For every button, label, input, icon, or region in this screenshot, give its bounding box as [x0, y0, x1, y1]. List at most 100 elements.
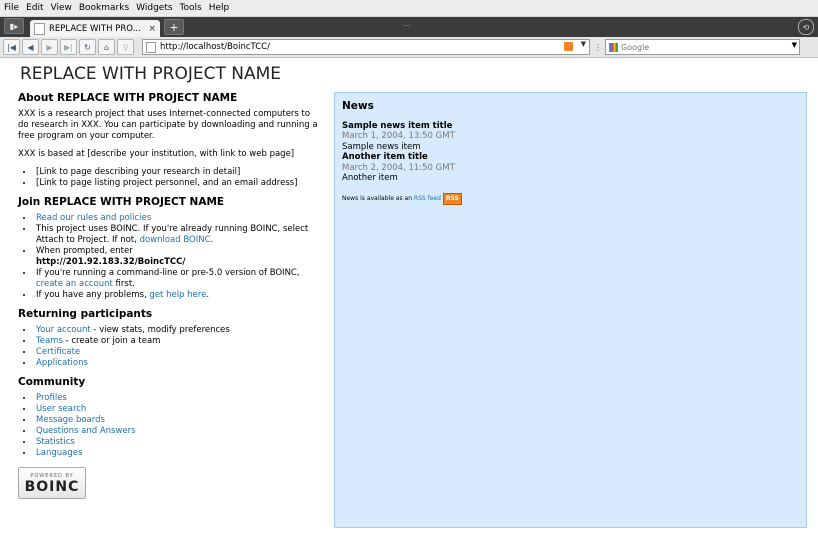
drag-handle[interactable]: ...: [403, 19, 411, 28]
list-item: User search: [34, 404, 322, 415]
address-bar[interactable]: ▼: [142, 39, 590, 55]
news-panel: News Sample news item title March 1, 200…: [334, 92, 807, 528]
first-text: first.: [112, 279, 135, 289]
news-title: Another item title: [342, 152, 428, 162]
join-heading: Join REPLACE WITH PROJECT NAME: [18, 196, 225, 208]
menu-bar: File Edit View Bookmarks Widgets Tools H…: [0, 0, 818, 17]
questions-answers-link[interactable]: Questions and Answers: [36, 426, 136, 436]
menu-bookmarks[interactable]: Bookmarks: [79, 3, 129, 13]
new-tab-button[interactable]: +: [164, 19, 184, 35]
community-list: Profiles User search Message boards Ques…: [18, 393, 322, 459]
punct: .: [210, 235, 214, 245]
list-item: [Link to page describing your research i…: [34, 167, 322, 178]
tab-close-icon[interactable]: ×: [148, 24, 156, 34]
returning-heading: Returning participants: [18, 308, 153, 320]
list-item: If you have any problems, get help here.: [34, 290, 322, 301]
your-account-link[interactable]: Your account: [36, 325, 91, 335]
news-body: Another item: [342, 173, 398, 183]
google-icon[interactable]: [609, 42, 618, 52]
statistics-link[interactable]: Statistics: [36, 437, 75, 447]
message-boards-link[interactable]: Message boards: [36, 415, 105, 425]
back-icon[interactable]: ◀: [22, 39, 39, 55]
certificate-link[interactable]: Certificate: [36, 347, 80, 357]
list-item: Message boards: [34, 415, 322, 426]
list-item: Statistics: [34, 437, 322, 448]
community-heading: Community: [18, 376, 86, 388]
rss-icon[interactable]: [564, 42, 573, 51]
panel-toggle-icon[interactable]: ▮▸: [4, 18, 24, 34]
search-box[interactable]: ▼: [605, 39, 800, 55]
get-help-link[interactable]: get help here: [149, 290, 206, 300]
list-item: Certificate: [34, 347, 322, 358]
list-item: When prompted, enterhttp://201.92.183.32…: [34, 246, 322, 268]
news-item: Another item title March 2, 2004, 11:50 …: [342, 152, 806, 184]
news-title: Sample news item title: [342, 120, 453, 131]
search-input[interactable]: [621, 42, 771, 52]
menu-view[interactable]: View: [51, 3, 72, 13]
rss-feed-link[interactable]: RSS feed: [414, 195, 441, 202]
news-date: March 2, 2004, 11:50 GMT: [342, 162, 455, 173]
chevron-down-icon[interactable]: ▼: [792, 41, 797, 49]
cmdline-text: If you're running a command-line or pre-…: [36, 268, 300, 278]
teams-link[interactable]: Teams: [36, 336, 63, 346]
teams-text: - create or join a team: [62, 336, 161, 346]
profiles-link[interactable]: Profiles: [36, 393, 67, 403]
tab-active[interactable]: REPLACE WITH PRO... ×: [30, 20, 160, 37]
reload-icon[interactable]: ↻: [79, 39, 96, 55]
rules-link[interactable]: Read our rules and policies: [36, 213, 151, 223]
create-account-link[interactable]: create an account: [36, 279, 113, 289]
menu-widgets[interactable]: Widgets: [136, 3, 172, 13]
rss-text: News is available as an: [342, 194, 414, 202]
account-text: - view stats, modify preferences: [90, 325, 230, 335]
applications-link[interactable]: Applications: [36, 358, 88, 368]
menu-help[interactable]: Help: [209, 3, 230, 13]
list-item: If you're running a command-line or pre-…: [34, 268, 322, 290]
project-url: http://201.92.183.32/BoincTCC/: [36, 257, 186, 267]
list-item: Questions and Answers: [34, 426, 322, 437]
problems-text: If you have any problems,: [36, 290, 150, 300]
menu-tools[interactable]: Tools: [180, 3, 202, 13]
page-content: REPLACE WITH PROJECT NAME About REPLACE …: [0, 58, 818, 550]
list-item: Languages: [34, 448, 322, 459]
forward-icon[interactable]: ▶: [41, 39, 58, 55]
chevron-down-icon[interactable]: ▼: [581, 40, 586, 48]
nav-toolbar: |◀ ◀ ▶ ▶| ↻ ⌂ ♀ ▼ ⋮ ▼: [0, 37, 818, 58]
list-item: This project uses BOINC. If you're alrea…: [34, 224, 322, 246]
menu-edit[interactable]: Edit: [26, 3, 43, 13]
url-input[interactable]: [160, 42, 540, 52]
list-item: Teams - create or join a team: [34, 336, 322, 347]
rss-badge-icon[interactable]: RSS: [442, 192, 462, 205]
tab-bar: ▮▸ REPLACE WITH PRO... × + ... ⟲: [0, 17, 818, 37]
list-item: Your account - view stats, modify prefer…: [34, 325, 322, 336]
about-para-1: XXX is a research project that uses Inte…: [18, 109, 318, 141]
returning-list: Your account - view stats, modify prefer…: [18, 325, 322, 369]
list-item: Read our rules and policies: [34, 213, 322, 224]
user-search-link[interactable]: User search: [36, 404, 86, 414]
separator-icon: ⋮: [594, 42, 602, 52]
tab-title: REPLACE WITH PRO...: [49, 23, 141, 34]
home-icon[interactable]: ⌂: [98, 39, 115, 55]
page-icon: [34, 22, 45, 35]
logo-name: BOINC: [24, 479, 80, 495]
menu-file[interactable]: File: [4, 3, 19, 13]
news-item: Sample news item title March 1, 2004, 13…: [342, 121, 806, 153]
news-date: March 1, 2004, 13:50 GMT: [342, 131, 455, 141]
fast-forward-icon[interactable]: ▶|: [60, 39, 77, 55]
download-boinc-link[interactable]: download BOINC: [140, 235, 211, 245]
prompt-text: When prompted, enter: [36, 246, 133, 256]
page-icon: [146, 41, 156, 53]
news-body: Sample news item: [342, 141, 421, 152]
about-heading: About REPLACE WITH PROJECT NAME: [18, 92, 238, 104]
join-list: Read our rules and policies This project…: [18, 213, 322, 301]
list-item: Profiles: [34, 393, 322, 404]
news-heading: News: [342, 100, 374, 112]
about-list: [Link to page describing your research i…: [18, 167, 322, 189]
powered-by-boinc-logo[interactable]: POWERED BY BOINC: [18, 467, 86, 499]
trash-icon[interactable]: ⟲: [798, 19, 814, 35]
about-para-2: XXX is based at [describe your instituti…: [18, 149, 295, 159]
list-item: Applications: [34, 358, 322, 369]
rewind-icon[interactable]: |◀: [3, 39, 20, 55]
list-item: [Link to page listing project personnel,…: [34, 178, 322, 189]
languages-link[interactable]: Languages: [36, 448, 82, 458]
wand-icon[interactable]: ♀: [117, 39, 134, 55]
